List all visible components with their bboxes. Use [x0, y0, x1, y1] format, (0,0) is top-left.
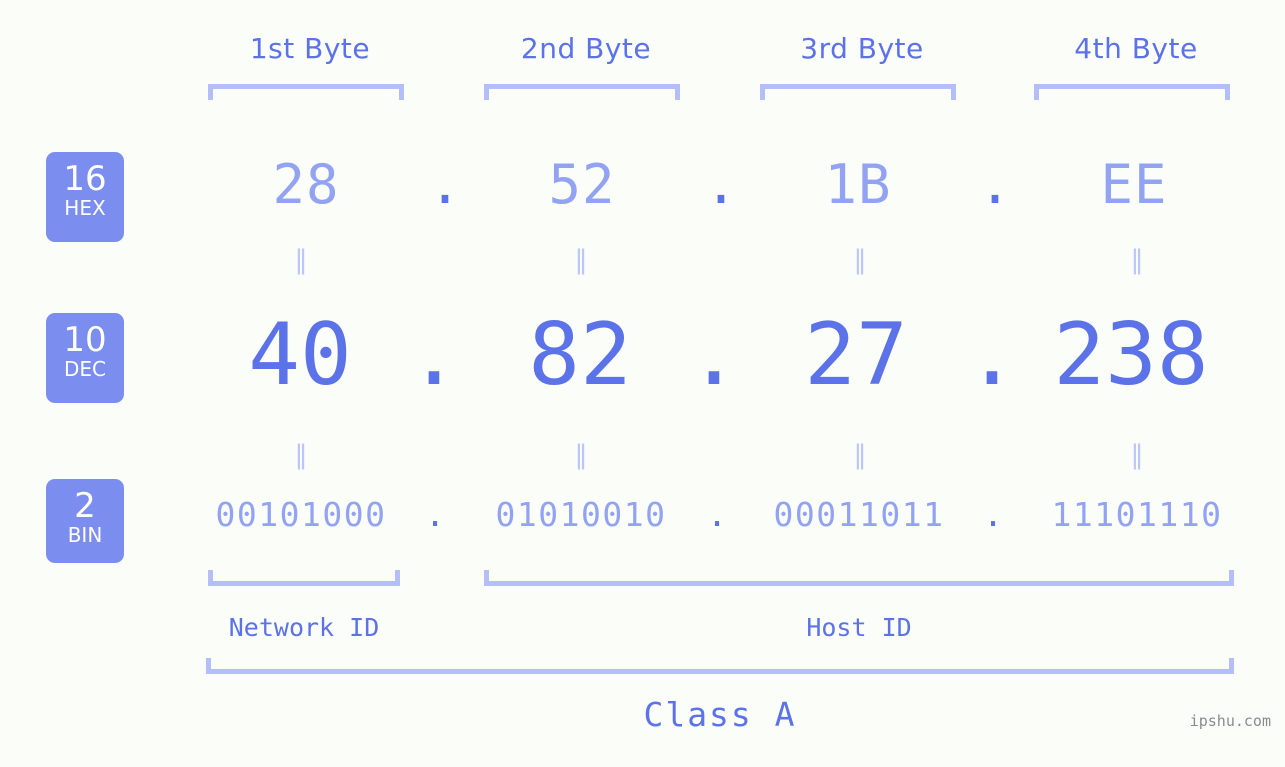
equals-sign-hex-dec-4: ‖	[1130, 245, 1144, 275]
byte-header-4: 4th Byte	[1074, 32, 1198, 65]
equals-sign-hex-dec-3: ‖	[853, 245, 867, 275]
equals-sign-dec-bin-2: ‖	[574, 440, 588, 470]
dec-byte-1: 40	[248, 305, 352, 405]
byte-header-1: 1st Byte	[249, 32, 371, 65]
byte-bracket-top-1	[208, 84, 404, 100]
base-badge-hex-name: HEX	[64, 196, 106, 220]
bin-byte-3: 00011011	[773, 495, 945, 534]
equals-sign-dec-bin-4: ‖	[1130, 440, 1144, 470]
byte-bracket-top-2	[484, 84, 680, 100]
bin-dot-3: .	[983, 495, 1003, 534]
base-badge-bin-name: BIN	[67, 523, 103, 547]
bin-dot-1: .	[425, 495, 445, 534]
byte-bracket-top-4	[1034, 84, 1230, 100]
host-id-bracket	[484, 570, 1234, 586]
hex-byte-2: 52	[548, 153, 616, 216]
bin-byte-2: 01010010	[495, 495, 667, 534]
dec-dot-1: .	[408, 305, 460, 405]
hex-byte-3: 1B	[824, 153, 892, 216]
equals-sign-hex-dec-2: ‖	[574, 245, 588, 275]
base-badge-bin: 2 BIN	[46, 479, 124, 563]
hex-byte-4: EE	[1100, 153, 1168, 216]
dec-byte-2: 82	[528, 305, 632, 405]
class-bracket	[206, 658, 1234, 674]
base-badge-hex: 16 HEX	[46, 152, 124, 242]
byte-bracket-top-3	[760, 84, 956, 100]
dec-dot-2: .	[688, 305, 740, 405]
base-badge-dec-name: DEC	[63, 357, 106, 381]
hex-dot-2: .	[704, 153, 738, 216]
site-watermark: ipshu.com	[1189, 712, 1271, 730]
bin-byte-1: 00101000	[215, 495, 387, 534]
hex-byte-1: 28	[272, 153, 340, 216]
equals-sign-hex-dec-1: ‖	[294, 245, 308, 275]
host-id-label: Host ID	[806, 613, 912, 642]
base-badge-hex-number: 16	[63, 159, 107, 199]
byte-header-2: 2nd Byte	[520, 32, 652, 65]
byte-header-3: 3rd Byte	[800, 32, 924, 65]
ip-address-breakdown-diagram: 1st Byte 2nd Byte 3rd Byte 4th Byte 16 H…	[0, 0, 1285, 767]
bin-dot-2: .	[707, 495, 727, 534]
dec-byte-4: 238	[1053, 305, 1209, 405]
base-badge-dec-number: 10	[63, 320, 107, 360]
base-badge-dec: 10 DEC	[46, 313, 124, 403]
equals-sign-dec-bin-3: ‖	[853, 440, 867, 470]
dec-dot-3: .	[966, 305, 1018, 405]
base-badge-bin-number: 2	[74, 486, 96, 526]
network-id-bracket	[208, 570, 400, 586]
dec-byte-3: 27	[804, 305, 908, 405]
hex-dot-3: .	[978, 153, 1012, 216]
network-id-label: Network ID	[228, 613, 380, 642]
class-label: Class A	[643, 695, 797, 734]
equals-sign-dec-bin-1: ‖	[294, 440, 308, 470]
hex-dot-1: .	[428, 153, 462, 216]
bin-byte-4: 11101110	[1051, 495, 1223, 534]
